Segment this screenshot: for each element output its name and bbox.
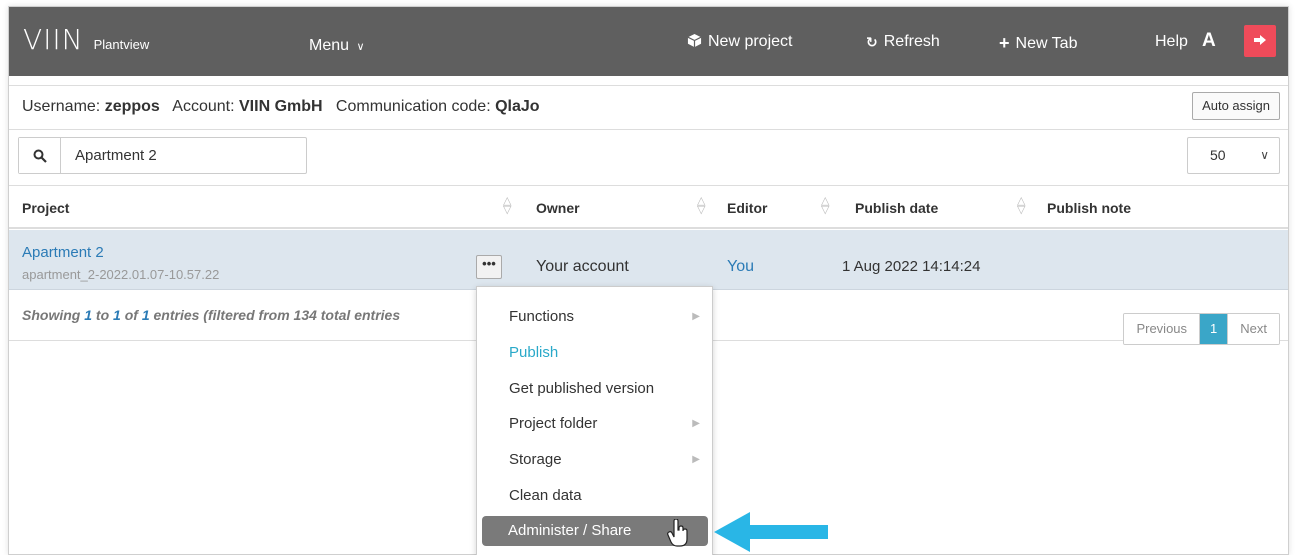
menu-item-clean-data[interactable]: Clean data [477,479,712,513]
chevron-right-icon: ▶ [692,418,700,429]
sort-icon[interactable]: △ ▽ [1017,196,1025,216]
help-link[interactable]: Help [1155,33,1188,51]
project-id: apartment_2-2022.01.07-10.57.22 [22,267,220,282]
username-value: zeppos [104,98,160,115]
entries-text: Showing [22,307,85,323]
menu-item-functions[interactable]: Functions ▶ [477,300,712,334]
brand[interactable]: VIIN Plantview [23,23,149,56]
sort-icon[interactable]: △ ▽ [697,196,705,216]
arrow-left-icon [714,510,830,555]
username-label: Username: [22,98,101,115]
hand-cursor-icon [667,518,689,552]
menu-item-label: Publish [509,344,559,361]
chevron-right-icon: ▶ [692,454,700,465]
user-avatar[interactable]: A [1202,30,1216,52]
column-publish-date[interactable]: Publish date [855,200,938,216]
menu-label: Menu [309,37,350,54]
previous-page-button[interactable]: Previous [1124,314,1201,344]
account-label: Account: [172,98,235,115]
entries-text: of [120,307,142,323]
entries-total: 1 [141,307,150,323]
brand-subtitle: Plantview [93,37,150,52]
table-header: Project △ ▽ Owner △ ▽ Editor △ ▽ Publish da… [9,185,1288,229]
page-1-button[interactable]: 1 [1200,314,1228,344]
column-editor[interactable]: Editor [727,200,767,216]
table-row[interactable]: Apartment 2 apartment_2-2022.01.07-10.57… [9,230,1288,290]
sort-icon[interactable]: △ ▽ [503,196,511,216]
publish-date-cell: 1 Aug 2022 14:14:24 [842,258,981,275]
chevron-right-icon: ▶ [692,311,700,322]
new-project-label: New project [708,33,793,50]
menu-item-publish[interactable]: Publish [477,336,712,370]
sort-icon[interactable]: △ ▽ [821,196,829,216]
column-publish-note[interactable]: Publish note [1047,200,1131,216]
comm-code-value: QlaJo [495,98,540,115]
menu-item-label: Administer / Share [508,522,632,539]
refresh-button[interactable]: ↻ Refresh [866,33,940,51]
brand-logo: VIIN [23,23,84,56]
page-size-select[interactable]: 50 ∨ [1187,137,1280,174]
new-tab-button[interactable]: + New Tab [999,33,1077,54]
entries-to: 1 [113,307,121,323]
main-menu[interactable]: Menu ∨ [309,37,365,55]
pagination: Previous 1 Next [1123,313,1280,345]
account-value: VIIN GmbH [239,98,323,115]
refresh-label: Refresh [883,33,940,50]
menu-item-project-folder[interactable]: Project folder ▶ [477,407,712,441]
refresh-icon: ↻ [866,33,878,50]
new-tab-label: New Tab [1015,34,1078,52]
comm-code-label: Communication code: [335,98,491,115]
entries-from: 1 [84,307,93,323]
plus-icon: + [999,33,1010,53]
page-size-value: 50 [1210,147,1226,163]
menu-item-storage[interactable]: Storage ▶ [477,443,712,477]
menu-item-label: Storage [509,451,562,468]
new-project-button[interactable]: New project [687,33,792,51]
menu-item-label: Get published version [509,380,655,397]
column-owner[interactable]: Owner [536,200,580,216]
context-menu: Functions ▶ Publish Get published versio… [476,286,713,555]
account-info-bar: Username: zeppos Account: VIIN GmbH Comm… [9,85,1288,130]
entries-info: Showing 1 to 1 of 1 entries (filtered fr… [22,307,400,323]
cube-icon [687,33,702,51]
menu-item-label: Clean data [509,487,582,504]
editor-link[interactable]: You [727,258,754,276]
logout-button[interactable] [1244,25,1276,57]
logout-icon [1253,33,1267,50]
menu-item-label: Project folder [509,415,598,432]
chevron-down-icon: ∨ [1260,148,1269,162]
top-bar: VIIN Plantview Menu ∨ New project ↻ Refr… [9,7,1288,76]
owner-cell: Your account [536,258,629,275]
menu-item-label: Functions [509,308,575,325]
menu-item-get-published-version[interactable]: Get published version [477,372,712,406]
entries-text: to [92,307,114,323]
search-input[interactable]: Apartment 2 [61,138,157,173]
entries-text: entries (filtered from 134 total entries [149,307,401,323]
project-link[interactable]: Apartment 2 [22,244,104,261]
chevron-down-icon: ∨ [356,41,365,53]
app-window: VIIN Plantview Menu ∨ New project ↻ Refr… [8,6,1289,555]
search-icon[interactable] [19,138,61,173]
column-project[interactable]: Project [22,200,69,216]
account-info: Username: zeppos Account: VIIN GmbH Comm… [22,98,540,116]
auto-assign-button[interactable]: Auto assign [1192,92,1280,120]
next-page-button[interactable]: Next [1227,314,1279,344]
more-actions-button[interactable]: ••• [476,255,502,279]
search-box[interactable]: Apartment 2 [18,137,307,174]
